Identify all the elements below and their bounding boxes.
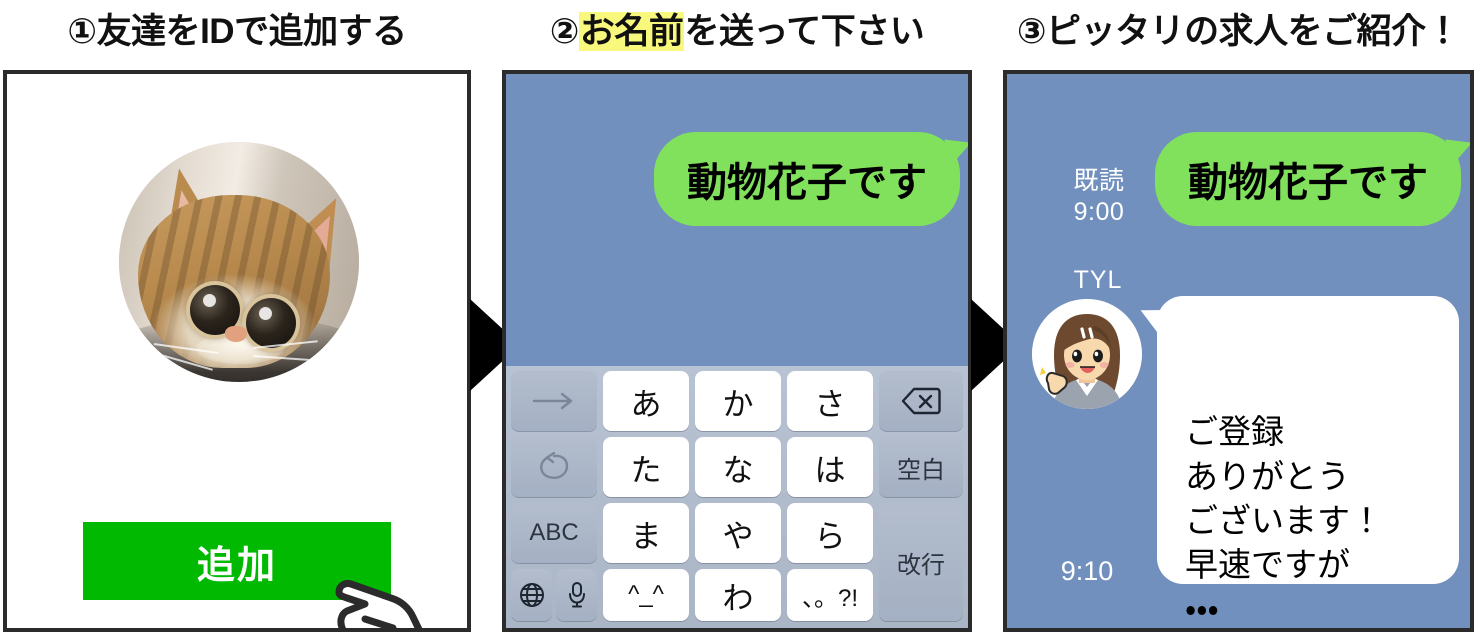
key-delete[interactable]: [879, 371, 963, 431]
globe-icon: [519, 583, 544, 607]
key-ya[interactable]: や: [695, 503, 781, 563]
step-1-panel: 追加: [3, 70, 471, 632]
step-2-title: ②お名前を送って下さい: [502, 4, 972, 60]
cat-profile-photo: [119, 142, 359, 382]
key-ma[interactable]: ま: [603, 503, 689, 563]
key-label: か: [722, 386, 754, 422]
cat-nose: [224, 326, 247, 343]
key-label: ^_^: [628, 581, 664, 608]
bubble-tail-icon: [1445, 136, 1470, 170]
delete-icon: [901, 387, 941, 415]
step-1-number: ①: [67, 12, 97, 51]
key-punctuation[interactable]: 、。?!: [787, 569, 873, 621]
cat-head: [138, 194, 331, 371]
step-2-title-text: を送って下さい: [684, 12, 925, 51]
chat-bubble-outgoing: 動物花子です: [654, 132, 968, 226]
key-next-candidate[interactable]: [511, 371, 597, 431]
key-label: や: [722, 518, 754, 554]
key-space[interactable]: 空白: [879, 437, 963, 497]
bubble-tail-icon: [944, 136, 968, 170]
key-globe[interactable]: [511, 569, 552, 621]
key-label: 、。?!: [801, 584, 858, 612]
mic-icon: [568, 582, 585, 608]
key-label: わ: [722, 580, 754, 616]
key-label: 空白: [897, 456, 945, 484]
reply-time-label: 9:10: [1060, 556, 1114, 586]
arrow-right-icon: [532, 392, 573, 410]
key-label: ま: [630, 518, 662, 554]
chat-bubble-outgoing-text: 動物花子です: [1188, 161, 1428, 205]
read-time-label: 9:00: [1073, 197, 1125, 226]
operator-avatar[interactable]: [1032, 299, 1142, 409]
sender-name-label: TYL: [1073, 266, 1123, 294]
key-ta[interactable]: た: [603, 437, 689, 497]
key-label: な: [722, 452, 754, 488]
key-label: ABC: [529, 519, 579, 546]
key-label: た: [630, 452, 662, 488]
key-label: は: [814, 452, 846, 488]
key-label: さ: [814, 386, 846, 422]
key-ka[interactable]: か: [695, 371, 781, 431]
step-3-title-text: ピッタリの求人をご紹介！: [1046, 12, 1461, 51]
step-2-title-highlight: お名前: [578, 12, 685, 51]
key-wa[interactable]: わ: [695, 569, 781, 621]
chat-bubble-outgoing-text: 動物花子です: [687, 161, 927, 205]
undo-icon: [540, 452, 569, 479]
key-na[interactable]: な: [695, 437, 781, 497]
key-label: あ: [630, 386, 662, 422]
cat-illustration: [119, 142, 359, 382]
key-ra[interactable]: ら: [787, 503, 873, 563]
chat-bubble-outgoing: 動物花子です: [1155, 132, 1470, 226]
key-mic[interactable]: [556, 569, 597, 621]
bubble-tail-icon: [1137, 306, 1167, 340]
key-ha[interactable]: は: [787, 437, 873, 497]
key-return[interactable]: 改行: [879, 503, 963, 621]
message-read-meta: 既読 9:00: [1051, 166, 1147, 227]
step-1-title-text: 友達をIDで追加する: [96, 12, 408, 51]
step-1-title: ①友達をIDで追加する: [3, 4, 471, 60]
step-2-number: ②: [549, 12, 580, 51]
step-2-panel: 動物花子です あ か さ た な は 空白 ABC ま や ら 改行 ^_^ わ…: [502, 70, 972, 632]
step-flow-infographic: ①友達をIDで追加する ②お名前を送って下さい ③ピッタリの求人をご紹介！ 追加…: [0, 0, 1474, 634]
chat-bubble-incoming: ご登録 ありがとう ございます！ 早速ですが ・・・: [1137, 296, 1459, 627]
japanese-keyboard[interactable]: あ か さ た な は 空白 ABC ま や ら 改行 ^_^ わ 、。?!: [506, 366, 968, 628]
key-a[interactable]: あ: [603, 371, 689, 431]
add-friend-button-label: 追加: [196, 544, 277, 587]
chat-bubble-incoming-text: ご登録 ありがとう ございます！ 早速ですが ・・・: [1185, 413, 1383, 628]
key-emoticon[interactable]: ^_^: [603, 569, 689, 621]
key-sa[interactable]: さ: [787, 371, 873, 431]
cat-right-eye: [245, 298, 296, 349]
read-status-label: 既読: [1073, 167, 1125, 195]
key-abc[interactable]: ABC: [511, 503, 597, 563]
key-label: 改行: [897, 551, 945, 579]
step-3-panel: 既読 9:00 動物花子です TYL ご登録 ありがとう ございます！ 早速です…: [1003, 70, 1474, 632]
key-undo[interactable]: [511, 437, 597, 497]
operator-avatar-illustration: [1032, 299, 1142, 409]
add-friend-button[interactable]: 追加: [83, 522, 391, 600]
key-label: ら: [814, 518, 846, 554]
step-3-number: ③: [1016, 12, 1047, 51]
step-3-title: ③ピッタリの求人をご紹介！: [1003, 4, 1474, 60]
